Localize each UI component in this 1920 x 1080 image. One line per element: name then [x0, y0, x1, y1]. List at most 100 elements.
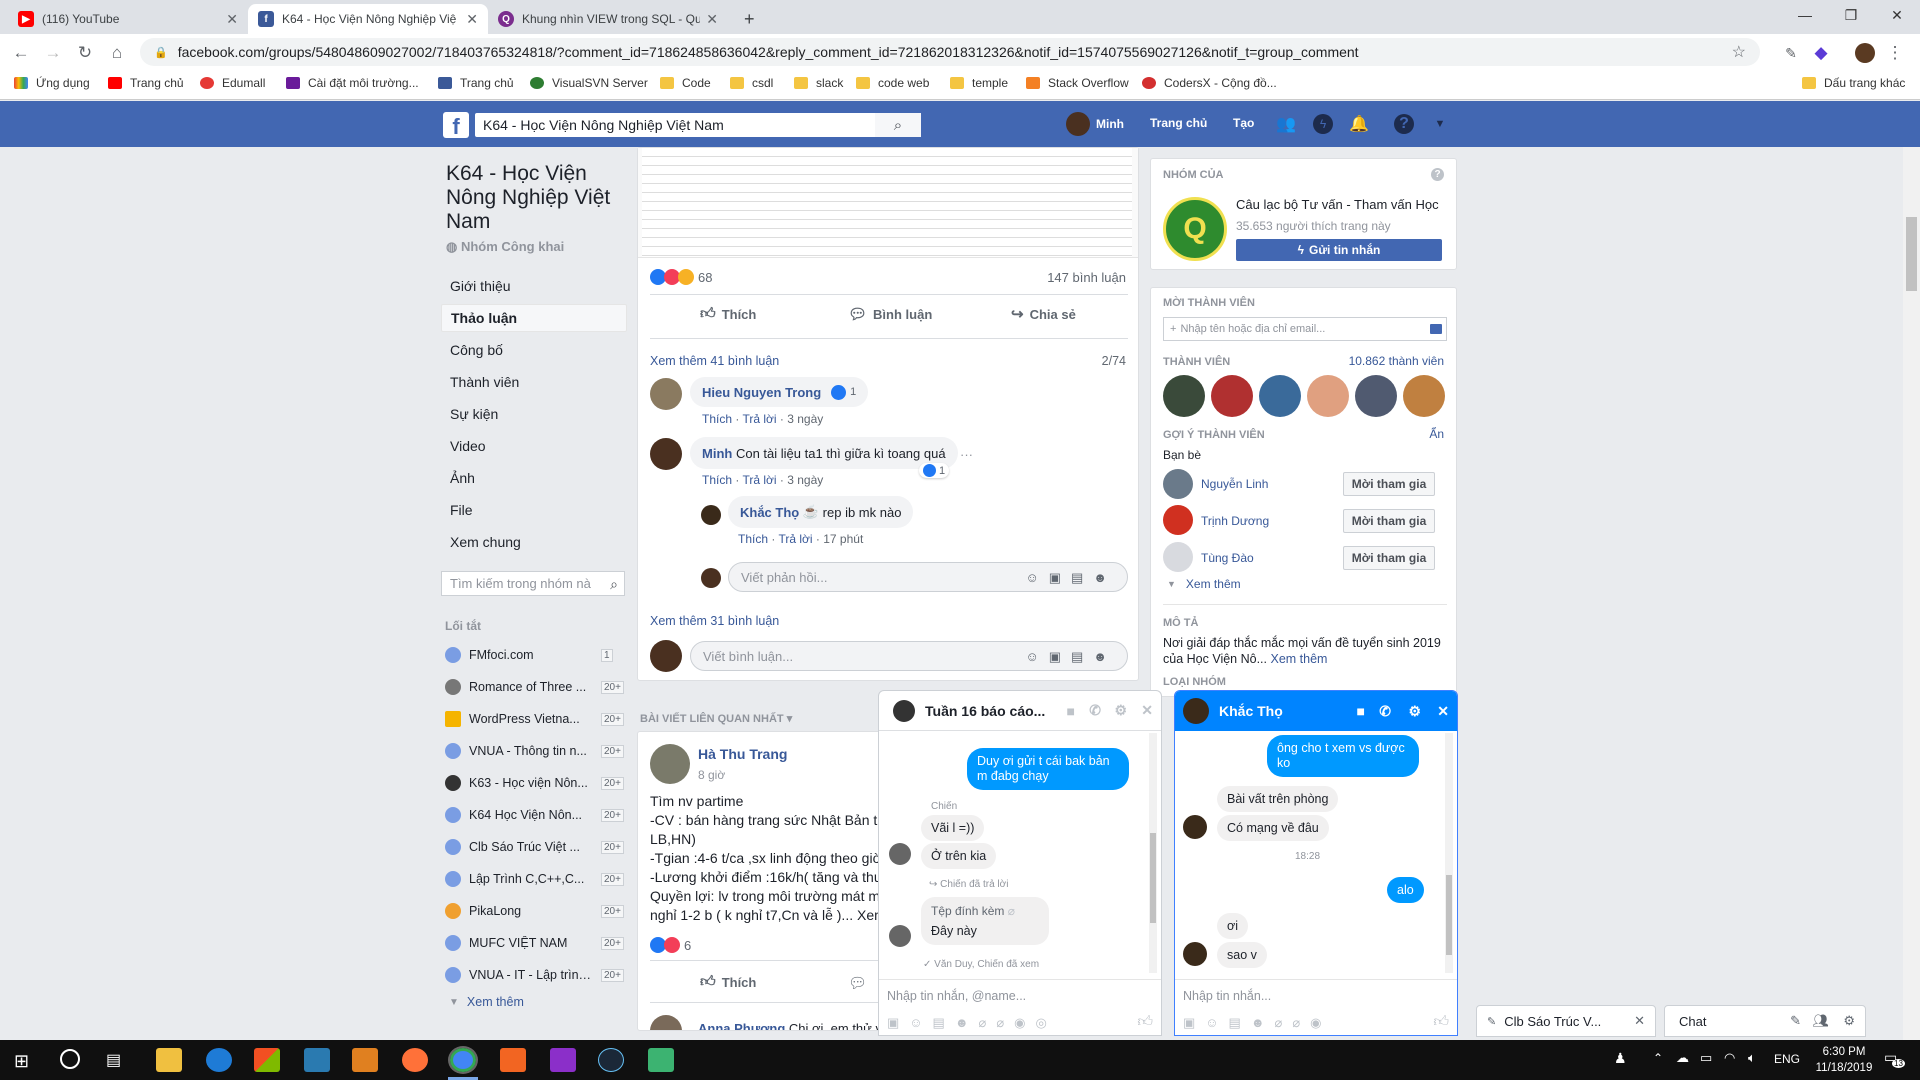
reload-icon[interactable]: ↻: [74, 42, 96, 64]
contacts-icon[interactable]: [1430, 324, 1442, 334]
post-author[interactable]: Hà Thu Trang: [698, 746, 787, 762]
avatar[interactable]: [701, 505, 721, 525]
minimized-chat-tab[interactable]: ✎ Clb Sáo Trúc V... ✕: [1476, 1005, 1656, 1037]
composer-icons[interactable]: ☺▣▤☻: [1025, 570, 1117, 586]
tab-quantrimang[interactable]: Q Khung nhìn VIEW trong SQL - Qu ✕: [488, 4, 728, 34]
home-link[interactable]: Trang chủ: [1150, 116, 1207, 130]
close-window-icon[interactable]: ✕: [1874, 0, 1920, 30]
url-input[interactable]: 🔒 facebook.com/groups/548048609027002/71…: [140, 38, 1760, 66]
composer-icons[interactable]: ▣☺▤☻⌀⌀◉: [1183, 1015, 1332, 1031]
chat-header[interactable]: Khắc Thọ ■ ✆ ⚙ ✕: [1175, 691, 1457, 731]
tab-facebook[interactable]: f K64 - Học Viện Nông Nghiệp Việ ✕: [248, 4, 488, 34]
close-icon[interactable]: ✕: [1634, 1013, 1645, 1029]
avatar[interactable]: [1211, 375, 1253, 417]
avatar[interactable]: [650, 378, 682, 410]
close-tab-icon[interactable]: ✕: [226, 11, 238, 28]
group-search-input[interactable]: Tìm kiếm trong nhóm nà ⌕: [441, 571, 625, 596]
minimize-icon[interactable]: —: [1782, 0, 1828, 30]
forward-icon[interactable]: →: [42, 42, 64, 64]
messenger-icon[interactable]: ϟ: [1313, 114, 1333, 134]
profile-link[interactable]: Minh: [1066, 112, 1124, 136]
suggested-member-name[interactable]: Trịnh Dương: [1201, 514, 1269, 528]
gear-icon[interactable]: ⚙: [1843, 1013, 1855, 1029]
bookmark-folder[interactable]: code web: [856, 76, 929, 90]
thumbs-up-icon[interactable]: 👍︎: [1433, 1013, 1449, 1031]
avatar[interactable]: [1163, 542, 1193, 572]
nav-files[interactable]: File: [441, 496, 627, 524]
nav-announcements[interactable]: Công bố: [441, 336, 627, 364]
reply-input[interactable]: Viết phản hồi... ☺▣▤☻: [728, 562, 1128, 592]
shortcut-item[interactable]: Clb Sáo Trúc Việt ... 20+: [445, 835, 625, 859]
file-explorer-icon[interactable]: [156, 1048, 182, 1072]
volume-icon[interactable]: 🔈︎: [1748, 1050, 1756, 1066]
bookmark[interactable]: Trang chủ: [108, 76, 184, 90]
scroll-thumb[interactable]: [1906, 217, 1917, 291]
nav-videos[interactable]: Video: [441, 432, 627, 460]
chat-scrollbar[interactable]: [1149, 733, 1157, 973]
shortcut-item[interactable]: WordPress Vietna... 20+: [445, 707, 625, 731]
post-image[interactable]: [638, 148, 1138, 258]
nav-events[interactable]: Sự kiện: [441, 400, 627, 428]
xampp-icon[interactable]: [500, 1048, 526, 1072]
phone-icon[interactable]: ✆: [1089, 702, 1101, 719]
close-icon[interactable]: ✕: [1437, 703, 1449, 720]
bookmark[interactable]: Trang chủ: [438, 76, 514, 90]
post-time[interactable]: 8 giờ: [698, 768, 725, 782]
nav-watch-party[interactable]: Xem chung: [441, 528, 627, 556]
shortcuts-see-more[interactable]: ▼ Xem thêm: [445, 990, 625, 1014]
bookmark-folder[interactable]: csdl: [730, 76, 773, 90]
notifications-icon[interactable]: 🔔: [1349, 114, 1369, 134]
bookmark[interactable]: VisualSVN Server: [530, 76, 648, 90]
nav-discussion[interactable]: Thảo luận: [441, 304, 627, 332]
people-icon[interactable]: ♟: [1614, 1050, 1627, 1067]
language-indicator[interactable]: ENG: [1774, 1052, 1800, 1066]
chat-sidebar-tab[interactable]: Chat ✎ 👥︎ ⚙: [1664, 1005, 1866, 1037]
app-icon[interactable]: [304, 1048, 330, 1072]
phone-icon[interactable]: ✆: [1379, 703, 1391, 720]
onedrive-icon[interactable]: ☁: [1676, 1050, 1689, 1066]
shortcut-item[interactable]: PikaLong 20+: [445, 899, 625, 923]
group-title[interactable]: K64 - Học Viện Nông Nghiệp Việt Nam: [446, 162, 636, 234]
avatar[interactable]: [650, 744, 690, 784]
restore-icon[interactable]: ❐: [1828, 0, 1874, 30]
bookmark-folder[interactable]: slack: [794, 76, 843, 90]
shortcut-item[interactable]: FMfoci.com 1: [445, 643, 625, 667]
tab-youtube[interactable]: ▶ (116) YouTube ✕: [8, 4, 248, 34]
shortcut-item[interactable]: VNUA - IT - Lập trình C/...20+: [445, 963, 625, 987]
shortcut-item[interactable]: MUFC VIỆT NAM 20+: [445, 931, 625, 955]
nav-photos[interactable]: Ảnh: [441, 464, 627, 492]
avatar[interactable]: [1355, 375, 1397, 417]
shortcut-item[interactable]: VNUA - Thông tin n... 20+: [445, 739, 625, 763]
chevron-up-icon[interactable]: ⌃: [1653, 1051, 1663, 1065]
bookmark[interactable]: Stack Overflow: [1026, 76, 1129, 90]
close-icon[interactable]: ✕: [1141, 702, 1153, 719]
invite-input[interactable]: + Nhập tên hoặc địa chỉ email...: [1163, 317, 1447, 341]
avatar[interactable]: [650, 1015, 682, 1030]
chevron-down-icon[interactable]: ▼: [1430, 114, 1450, 134]
share-button[interactable]: ↪ Chia sẻ: [1011, 305, 1076, 323]
new-group-icon[interactable]: 👥︎: [1812, 1013, 1829, 1029]
extension-icon[interactable]: ✎: [1780, 42, 1802, 64]
more-options-icon[interactable]: ···: [960, 447, 973, 462]
related-posts-heading[interactable]: BÀI VIẾT LIÊN QUAN NHẤT ▾: [640, 712, 792, 725]
chat-scrollbar[interactable]: [1445, 733, 1453, 973]
home-icon[interactable]: ⌂: [106, 42, 128, 64]
shortcut-item[interactable]: K64 Học Viện Nôn... 20+: [445, 803, 625, 827]
menu-icon[interactable]: ⋮: [1884, 42, 1906, 64]
star-icon[interactable]: ☆: [1732, 42, 1746, 62]
video-call-icon[interactable]: ■: [1357, 703, 1365, 719]
help-icon[interactable]: ?: [1394, 114, 1414, 134]
composer-icons[interactable]: ▣☺▤☻⌀⌀◉◎: [887, 1015, 1057, 1031]
send-message-button[interactable]: ϟ Gửi tin nhắn: [1236, 239, 1442, 261]
bookmark-apps[interactable]: Ứng dụng: [14, 76, 90, 90]
search-icon[interactable]: ⌕: [610, 576, 618, 593]
bookmark[interactable]: Edumall: [200, 76, 265, 90]
view-more-comments[interactable]: Xem thêm 31 bình luận: [650, 614, 779, 628]
suggested-member-name[interactable]: Nguyễn Linh: [1201, 477, 1268, 491]
compose-icon[interactable]: ✎: [1790, 1013, 1801, 1029]
avatar[interactable]: [650, 438, 682, 470]
firefox-icon[interactable]: [402, 1048, 428, 1072]
gear-icon[interactable]: ⚙: [1408, 703, 1421, 720]
app-icon[interactable]: [648, 1048, 674, 1072]
comment-input[interactable]: Viết bình luận... ☺▣▤☻: [690, 641, 1128, 671]
